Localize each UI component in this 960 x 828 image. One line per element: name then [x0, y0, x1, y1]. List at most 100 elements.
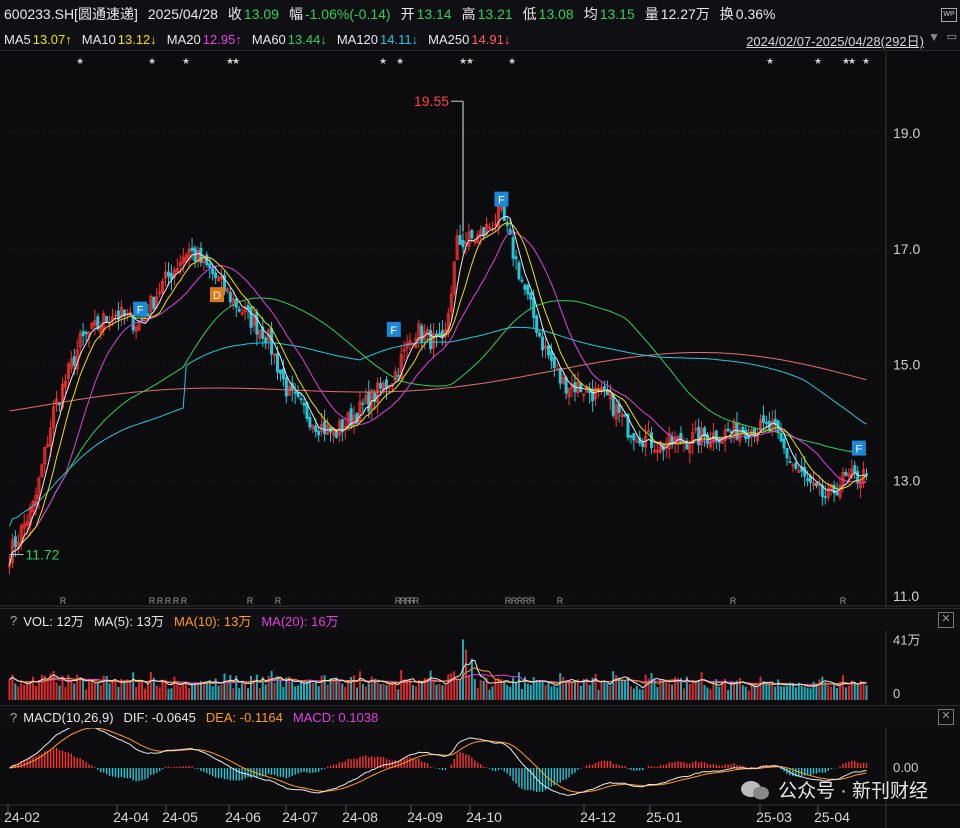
volume-bar [830, 686, 833, 700]
volume-bar [226, 682, 229, 700]
macd-help-icon[interactable]: ? [10, 710, 17, 725]
volume-bar [73, 683, 76, 700]
volume-bar [556, 687, 559, 700]
volume-bar [229, 675, 232, 700]
volume-bar [621, 679, 624, 700]
macd-panel-header: ? MACD(10,26,9) DIF: -0.0645 DEA: -0.116… [0, 705, 960, 728]
volume-bar [247, 688, 250, 700]
kline-chart[interactable]: 19.0 17.0 15.0 13.0 11.0 19.55 11.72 F D F F F ★ ★ ★ ★ ★… [0, 0, 960, 828]
volume-bar [571, 682, 574, 700]
volume-bar [597, 689, 600, 700]
volume-bar [76, 674, 79, 700]
candle-body [729, 431, 733, 434]
volume-bar [856, 685, 859, 700]
candle-body [278, 369, 282, 374]
event-star-icon: ★ [379, 56, 387, 66]
volume-bar [538, 680, 541, 700]
volume-bar [568, 681, 571, 700]
volume-bar [353, 675, 356, 700]
volume-bar [565, 682, 568, 700]
candle-body [105, 316, 109, 323]
candle-body [520, 279, 524, 282]
volume-bar [406, 679, 409, 700]
rights-marker: R [275, 596, 282, 606]
volume-bar [541, 681, 544, 700]
x-tick-label: 24-09 [407, 809, 443, 825]
volume-bar [114, 680, 117, 700]
event-star-icon: ★ [148, 56, 156, 66]
volume-bar [385, 685, 388, 700]
event-star-icon: ★ [396, 56, 404, 66]
volume-bar [482, 680, 485, 700]
volume-bar [261, 676, 264, 700]
volume-bar [258, 688, 261, 700]
volume-bar [515, 683, 518, 700]
candle-body [302, 402, 306, 406]
volume-bar [223, 673, 226, 700]
volume-bar [382, 683, 385, 700]
candle-body [552, 357, 556, 369]
volume-bar [270, 670, 273, 700]
close-volume-panel-icon[interactable]: ✕ [938, 612, 954, 628]
candle-body [764, 422, 768, 424]
volume-bar [217, 685, 220, 700]
volume-bar [55, 682, 58, 700]
y-tick-label: 17.0 [893, 241, 920, 257]
candle-body [461, 239, 465, 248]
candle-body [275, 353, 279, 373]
candle-body [549, 350, 553, 361]
volume-bar [323, 675, 326, 700]
x-tick-label: 24-07 [282, 809, 318, 825]
volume-bar [58, 685, 61, 700]
candle-body [255, 311, 259, 335]
volume-bar [520, 688, 523, 700]
signal-marker-label: F [855, 444, 862, 456]
volume-bar [847, 685, 850, 700]
volume-bar [347, 680, 350, 700]
dea-line [9, 727, 867, 793]
volume-bar [432, 681, 435, 700]
volume-bar [491, 686, 494, 700]
close-macd-panel-icon[interactable]: ✕ [938, 709, 954, 725]
volume-bar [338, 681, 341, 700]
event-star-icon: ★ [862, 56, 870, 66]
rights-marker: R [173, 596, 180, 606]
volume-bar [358, 671, 361, 700]
macd-value: MACD: 0.1038 [292, 709, 379, 725]
volume-bar [747, 690, 750, 700]
candle-body [611, 394, 615, 416]
volume-bar [146, 682, 149, 700]
candle-body [629, 435, 633, 438]
volume-bar [294, 686, 297, 700]
volume-bar [841, 675, 844, 700]
volume-bar [668, 683, 671, 700]
candle-body [529, 292, 533, 300]
volume-bar [606, 683, 609, 700]
volume-bar [827, 685, 830, 700]
event-star-icon: ★ [466, 56, 474, 66]
volume-bar [326, 684, 329, 700]
x-tick-label: 24-10 [466, 809, 502, 825]
volume-bar [70, 681, 73, 700]
volume-bar [476, 687, 479, 700]
volume-bar [8, 679, 11, 700]
volume-bar [276, 675, 279, 700]
candle-body [190, 247, 194, 251]
volume-bar [600, 682, 603, 700]
volume-bar [108, 683, 111, 700]
event-star-icon: ★ [848, 56, 856, 66]
candle-body [296, 392, 300, 397]
candle-body [237, 308, 241, 312]
volume-bar [526, 683, 529, 700]
candle-body [788, 461, 792, 464]
y-tick-label: 19.0 [893, 125, 920, 141]
volume-bar [512, 677, 515, 700]
macd-title: MACD(10,26,9) [23, 709, 114, 725]
rights-marker: R [60, 596, 67, 606]
volume-bar [853, 683, 856, 700]
volume-bar [220, 684, 223, 700]
volume-bar [529, 685, 532, 700]
candle-body [81, 331, 85, 336]
volume-bar [759, 676, 762, 700]
volume-help-icon[interactable]: ? [10, 613, 17, 628]
